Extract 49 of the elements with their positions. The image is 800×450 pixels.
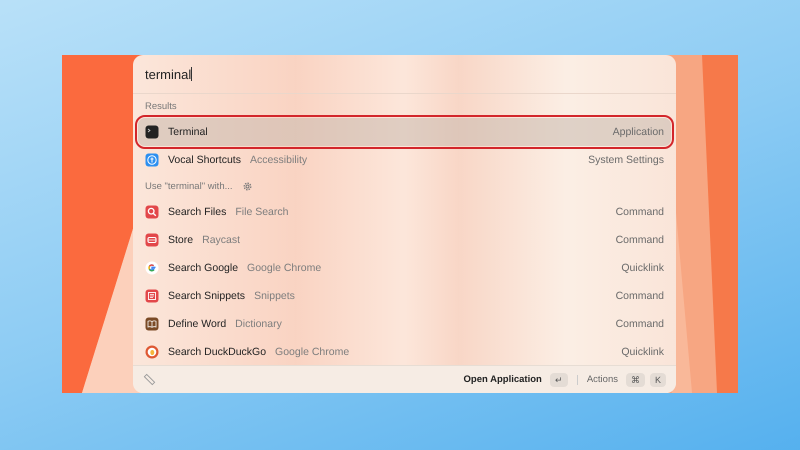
result-item[interactable]: Vocal Shortcuts Accessibility System Settings (138, 146, 671, 174)
terminal-icon (145, 125, 159, 139)
actions-button[interactable]: Actions (586, 374, 618, 385)
result-item[interactable]: Define Word Dictionary Command (138, 310, 671, 338)
google-icon (145, 261, 159, 275)
item-title: Search Google (168, 262, 238, 274)
snippets-icon (145, 289, 159, 303)
store-icon (145, 233, 159, 247)
search-icon (145, 205, 159, 219)
item-type: Application (612, 126, 664, 138)
item-subtitle: Raycast (202, 234, 240, 246)
item-type: Command (616, 290, 664, 302)
result-item[interactable]: Search Snippets Snippets Command (138, 282, 671, 310)
item-subtitle: Google Chrome (247, 262, 322, 274)
book-icon (145, 317, 159, 331)
item-title: Store (168, 234, 194, 246)
item-subtitle: Google Chrome (275, 346, 350, 358)
settings-icon[interactable] (242, 180, 253, 192)
result-item[interactable]: Search Files File Search Command (138, 198, 671, 226)
duck-icon (145, 345, 159, 359)
section-title: Use "terminal" with... (145, 180, 233, 192)
item-subtitle: Accessibility (250, 154, 308, 166)
item-title: Terminal (168, 126, 208, 138)
item-title: Search Files (168, 206, 226, 218)
item-type: Command (616, 206, 664, 218)
result-item[interactable]: Search DuckDuckGo Google Chrome Quicklink (138, 338, 671, 365)
item-title: Define Word (168, 318, 226, 330)
item-type: Quicklink (621, 346, 664, 358)
item-type: System Settings (588, 154, 664, 166)
item-type: Command (616, 234, 664, 246)
key-hint: ⌘ (626, 372, 645, 386)
key-hint: ↵ (550, 372, 568, 386)
key-hint: K (650, 372, 666, 386)
item-subtitle: Snippets (254, 290, 295, 302)
logo-icon (143, 373, 156, 386)
result-item[interactable]: Store Raycast Command (138, 226, 671, 254)
search-field[interactable]: terminal (133, 55, 676, 94)
item-subtitle: Dictionary (235, 318, 282, 330)
result-item[interactable]: Terminal Application (138, 118, 671, 146)
item-type: Quicklink (621, 262, 664, 274)
item-type: Command (616, 318, 664, 330)
item-subtitle: File Search (235, 206, 288, 218)
section-title: Results (145, 100, 177, 112)
primary-action[interactable]: Open Application (464, 374, 542, 385)
item-title: Search DuckDuckGo (168, 346, 266, 358)
accessibility-icon (145, 153, 159, 167)
result-item[interactable]: Search Google Google Chrome Quicklink (138, 254, 671, 282)
item-title: Vocal Shortcuts (168, 154, 241, 166)
item-title: Search Snippets (168, 290, 246, 302)
